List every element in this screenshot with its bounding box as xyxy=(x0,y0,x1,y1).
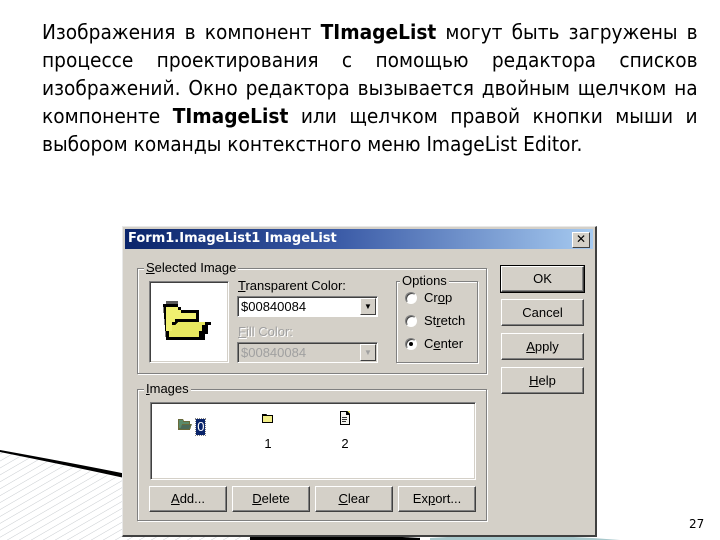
open-folder-icon xyxy=(177,419,192,430)
selected-image-preview xyxy=(149,281,229,363)
image-label: 0 xyxy=(195,418,207,436)
add-button[interactable]: Add... xyxy=(149,486,227,512)
image-item-1[interactable]: 1 xyxy=(248,411,288,452)
title-bar[interactable]: Form1.ImageList1 ImageList ✕ xyxy=(125,229,593,249)
apply-button[interactable]: Apply xyxy=(501,333,584,360)
cancel-button[interactable]: Cancel xyxy=(501,299,584,326)
closed-folder-icon xyxy=(262,414,273,423)
imagelist-editor-dialog: Form1.ImageList1 ImageList ✕ Selected Im… xyxy=(122,226,597,537)
delete-button[interactable]: Delete xyxy=(232,486,310,512)
close-icon: ✕ xyxy=(575,232,587,246)
radio-button[interactable] xyxy=(405,338,417,350)
fill-color-select[interactable]: $00840084 ▼ xyxy=(237,342,378,363)
transparent-color-label: Transparent Color: xyxy=(238,278,346,293)
document-icon xyxy=(340,411,350,425)
radio-label: Crop xyxy=(424,290,453,305)
transparent-color-value: $00840084 xyxy=(241,299,307,314)
chevron-down-icon[interactable]: ▼ xyxy=(360,298,376,315)
paragraph-text: Изображения в компонент xyxy=(42,20,321,44)
ok-button[interactable]: OK xyxy=(500,265,585,293)
close-button[interactable]: ✕ xyxy=(572,232,590,248)
fill-color-label: Fill Color: xyxy=(238,324,293,339)
radio-button[interactable] xyxy=(405,315,417,327)
image-item-2[interactable]: 2 xyxy=(325,411,365,452)
radio-label: Stretch xyxy=(424,313,466,328)
component-name: TImageList xyxy=(172,104,289,128)
open-folder-icon xyxy=(163,301,211,340)
image-label: 1 xyxy=(264,436,272,451)
options-group: Options Crop Stretch Center xyxy=(396,273,478,363)
images-group: Images 0 1 2 Add... Delete Clear Export.… xyxy=(137,381,487,521)
radio-button[interactable] xyxy=(405,292,417,304)
component-name: TImageList xyxy=(320,20,437,44)
page-number: 27 xyxy=(689,517,705,531)
image-label: 2 xyxy=(341,436,349,451)
options-group-label: Options xyxy=(400,273,449,289)
images-list[interactable]: 0 1 2 xyxy=(150,402,476,480)
transparent-color-select[interactable]: $00840084 ▼ xyxy=(237,296,378,317)
selected-image-group-label: Selected Image xyxy=(144,260,239,276)
image-item-0[interactable]: 0 xyxy=(171,411,211,436)
selected-image-group: Selected Image Transparent Color: $00840… xyxy=(137,260,487,374)
images-group-label: Images xyxy=(144,381,191,397)
slide-paragraph: Изображения в компонент TImageList могут… xyxy=(42,18,698,158)
radio-label: Center xyxy=(424,336,464,351)
export-button[interactable]: Export... xyxy=(398,486,476,512)
help-button[interactable]: Help xyxy=(501,367,584,394)
chevron-down-icon[interactable]: ▼ xyxy=(360,344,376,361)
clear-button[interactable]: Clear xyxy=(315,486,393,512)
fill-color-value: $00840084 xyxy=(241,345,307,360)
dialog-title: Form1.ImageList1 ImageList xyxy=(128,231,337,246)
